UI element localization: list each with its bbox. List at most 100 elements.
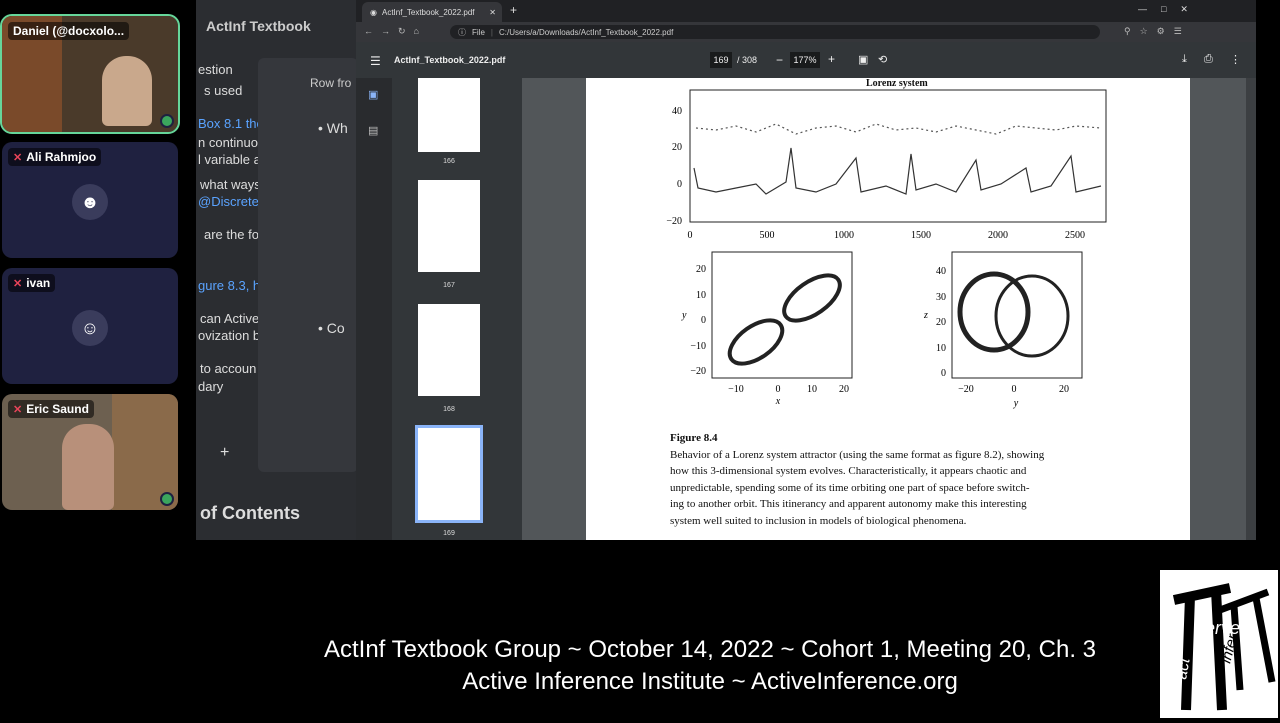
- thumbnail-label: 166: [443, 158, 455, 165]
- more-options-icon[interactable]: ⋮: [1230, 53, 1241, 66]
- thumbnail-page-current[interactable]: [415, 425, 483, 523]
- time-series-plot: 40 20 0 −20 0 500 1000 1500 2000 2500: [666, 89, 1107, 241]
- toolbar-icons[interactable]: ⚲☆⚙☰: [1124, 26, 1191, 37]
- participant-tile-ali[interactable]: ✕ Ali Rahmjoo ☻: [2, 142, 178, 258]
- outline-icon[interactable]: ▤: [368, 124, 378, 137]
- page-total: / 308: [737, 55, 758, 65]
- scrollbar[interactable]: [1246, 78, 1256, 540]
- caption-line: Behavior of a Lorenz system attractor (u…: [670, 448, 1045, 461]
- notes-line: estion: [198, 62, 233, 77]
- avatar: ☻: [72, 184, 108, 220]
- x-tick: 1000: [834, 230, 854, 241]
- tab-title: ActInf_Textbook_2022.pdf: [381, 7, 475, 17]
- avatar: ☺: [72, 310, 108, 346]
- person-video: [102, 56, 152, 126]
- panel-line: Row fro: [310, 76, 352, 90]
- participant-name: ✕ ivan: [8, 274, 56, 292]
- pdf-viewer: Lorenz system 40 20 0 −20 0 500 1000 150…: [522, 78, 1256, 540]
- x-tick: 0: [688, 230, 693, 241]
- zoom-in-icon[interactable]: +: [828, 52, 835, 66]
- thumbnail-page[interactable]: [418, 78, 480, 152]
- x-axis-label: y: [1013, 398, 1019, 409]
- x-tick: −20: [958, 384, 974, 395]
- caption-line: how this 3-dimensional system evolves. C…: [670, 465, 1027, 477]
- menu-icon[interactable]: ☰: [370, 54, 381, 68]
- thumbnail-label: 169: [443, 530, 455, 537]
- y-axis-label: z: [923, 310, 928, 321]
- thumbnail-page[interactable]: [418, 304, 480, 396]
- window-controls[interactable]: —□✕: [1138, 4, 1202, 15]
- zoom-input[interactable]: 177%: [790, 52, 820, 68]
- notes-line: what ways: [200, 177, 261, 192]
- panel-bullet: • Co: [318, 320, 345, 336]
- y-tick: 0: [941, 368, 946, 379]
- add-icon[interactable]: +: [220, 444, 229, 462]
- browser-tab[interactable]: ◉ ActInf_Textbook_2022.pdf ✕: [362, 2, 502, 22]
- y-tick: −20: [690, 366, 706, 377]
- thumbnail-label: 168: [443, 406, 455, 413]
- download-icon[interactable]: ⤓: [1182, 53, 1187, 66]
- browser-window: ◉ ActInf_Textbook_2022.pdf ✕ + —□✕ ←→↻⌂ …: [356, 0, 1256, 540]
- address-bar-row: ←→↻⌂ ⓘ File | C:/Users/a/Downloads/ActIn…: [356, 22, 1256, 42]
- pdf-toolbar: ☰ ActInf_Textbook_2022.pdf 169 / 308 − 1…: [356, 42, 1256, 78]
- caption-line: system well suited to inclusion in model…: [670, 514, 967, 527]
- notes-line: n continuo: [198, 135, 258, 150]
- new-tab-icon[interactable]: +: [510, 3, 517, 17]
- participant-tile-daniel[interactable]: Daniel (@docxolo...: [0, 14, 180, 134]
- close-tab-icon[interactable]: ✕: [489, 8, 496, 17]
- x-tick: 20: [1059, 384, 1069, 395]
- notes-line: l variable a: [198, 152, 261, 167]
- participant-name: ✕ Ali Rahmjoo: [8, 148, 102, 166]
- y-tick: 40: [936, 266, 946, 277]
- nav-icons[interactable]: ←→↻⌂: [364, 26, 427, 37]
- x-tick: 500: [760, 230, 775, 241]
- notes-link[interactable]: Box 8.1 the: [198, 116, 264, 131]
- page-number-input[interactable]: 169: [710, 52, 732, 68]
- y-tick: 20: [936, 317, 946, 328]
- fit-page-icon[interactable]: ▣: [858, 53, 868, 66]
- notes-line: are the fo: [204, 227, 259, 242]
- institute-logo: serve act infer: [1160, 570, 1278, 718]
- muted-mic-icon: ✕: [13, 151, 23, 164]
- notes-heading: of Contents: [200, 503, 300, 523]
- muted-mic-icon: ✕: [13, 403, 23, 416]
- zoom-out-icon[interactable]: −: [776, 53, 783, 67]
- thumbnails-icon[interactable]: ▣: [368, 88, 378, 101]
- print-icon[interactable]: ⎙: [1204, 53, 1213, 66]
- thumbnail-label: 167: [443, 282, 455, 289]
- participant-name: Daniel (@docxolo...: [8, 22, 130, 40]
- y-tick: 0: [701, 315, 706, 326]
- notes-line: dary: [198, 379, 224, 394]
- notes-link[interactable]: @Discrete: [198, 194, 259, 209]
- person-video: [62, 424, 114, 510]
- participant-tile-ivan[interactable]: ✕ ivan ☺: [2, 268, 178, 384]
- pi-logo-icon: serve act infer: [1172, 583, 1276, 711]
- notes-link[interactable]: gure 8.3, h: [198, 278, 260, 293]
- notes-line: can Active: [200, 311, 260, 326]
- file-label: File: [472, 27, 485, 37]
- notes-line: s used: [204, 83, 243, 98]
- y-tick: 10: [696, 290, 706, 301]
- address-bar[interactable]: ⓘ File | C:/Users/a/Downloads/ActInf_Tex…: [450, 25, 1100, 39]
- y-tick: 40: [672, 106, 682, 117]
- subtitle-line-2: Active Inference Institute ~ ActiveInfer…: [462, 668, 958, 695]
- x-tick: 2500: [1065, 230, 1085, 241]
- y-tick: −10: [690, 341, 706, 352]
- participant-tile-eric[interactable]: ✕ Eric Saund: [2, 394, 178, 510]
- y-tick: 10: [936, 343, 946, 354]
- phase-plot-xy: 20 10 0 −10 −20 −10 0 10 20 x y: [681, 251, 853, 407]
- x-tick: 10: [807, 384, 817, 395]
- x-tick: 0: [776, 384, 781, 395]
- y-tick: 30: [936, 292, 946, 303]
- panel-bullet: • Wh: [318, 120, 348, 136]
- thumbnail-page[interactable]: [418, 180, 480, 272]
- status-indicator: [160, 492, 174, 506]
- file-info-icon: ⓘ: [458, 27, 466, 37]
- notes-line: ovization b: [198, 328, 261, 343]
- x-axis-label: x: [775, 396, 781, 407]
- notes-popup-panel: Row fro • Wh • Co: [258, 58, 358, 472]
- y-axis-label: y: [681, 310, 687, 321]
- url-text: C:/Users/a/Downloads/ActInf_Textbook_202…: [498, 27, 674, 37]
- caption-line: ing to another orbit. This itinerancy an…: [670, 498, 1027, 510]
- rotate-icon[interactable]: ⟲: [878, 53, 887, 66]
